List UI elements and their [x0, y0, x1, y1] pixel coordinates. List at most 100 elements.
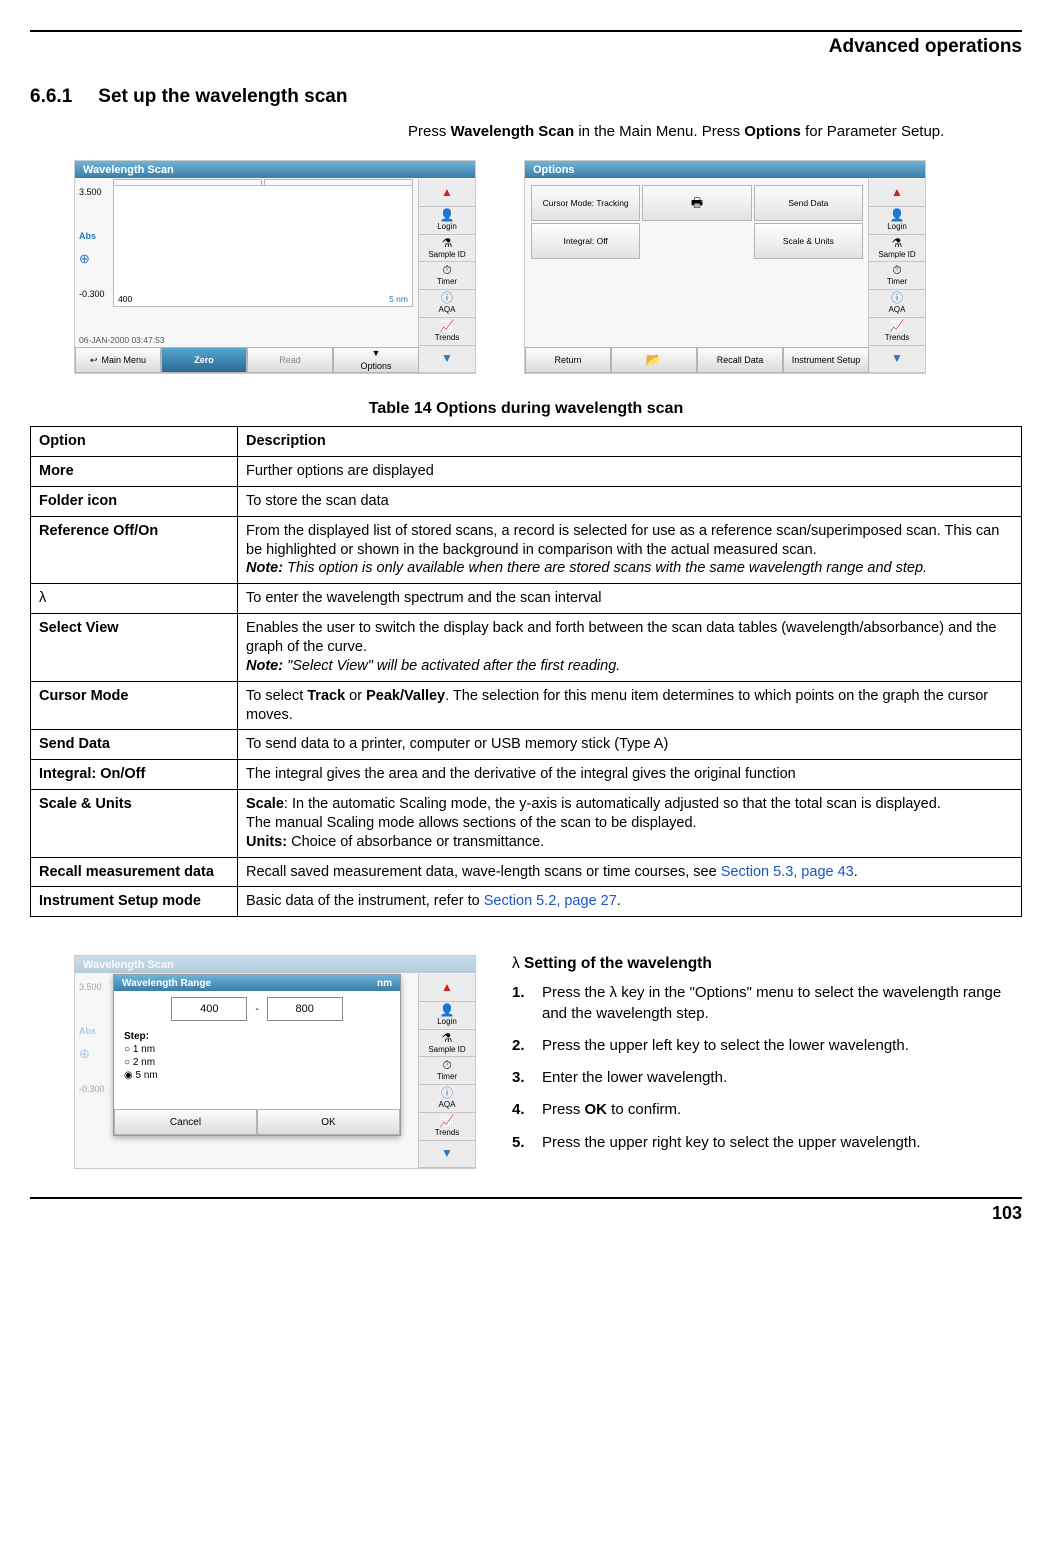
aqa-icon: ⓘ [441, 292, 453, 305]
login-button[interactable]: 👤Login [869, 207, 925, 235]
login-icon: 👤 [440, 209, 455, 222]
y-max-value: 3.500 [79, 187, 102, 197]
table-col-description: Description [238, 427, 1022, 457]
subheading: λ Setting of the wavelength [512, 955, 1022, 973]
recall-data-button[interactable]: Recall Data [697, 347, 783, 373]
y-min-value: -0.300 [79, 289, 105, 299]
cross-reference-link[interactable]: Section 5.2, page 27 [484, 893, 617, 909]
window-title: Wavelength Scan [75, 161, 475, 178]
table-row: Cursor Mode To select Track or Peak/Vall… [31, 681, 1022, 730]
x-step-value: 5 nm [389, 294, 408, 304]
trends-icon: 📈 [890, 320, 905, 333]
plot-area: 400 5 nm [113, 185, 413, 307]
scale-units-button[interactable]: Scale & Units [754, 223, 863, 259]
arrow-down-icon: ▼ [441, 352, 453, 365]
login-button[interactable]: 👤Login [419, 207, 475, 235]
scroll-up-button[interactable]: ▲ [869, 179, 925, 207]
step-list: Press the λ key in the "Options" menu to… [512, 983, 1022, 1153]
timer-icon: ⏱ [442, 1059, 451, 1072]
dialog-unit: nm [377, 978, 392, 989]
wavelength-range-screenshot: Wavelength Scan 3.500 Abs ⊕ -0.300 ▲ 👤Lo… [74, 955, 476, 1169]
main-menu-button[interactable]: ↩Main Menu [75, 347, 161, 373]
table-row: Reference Off/On From the displayed list… [31, 516, 1022, 584]
trends-icon: 📈 [440, 1115, 455, 1128]
zero-button[interactable]: Zero [161, 347, 247, 373]
read-button[interactable]: Read [247, 347, 333, 373]
table-row: MoreFurther options are displayed [31, 457, 1022, 487]
sample-id-button[interactable]: ⚗Sample ID [419, 1030, 475, 1058]
cross-reference-link[interactable]: Section 5.3, page 43 [721, 864, 854, 880]
flask-icon: ⚗ [442, 1032, 453, 1045]
aqa-icon: ⓘ [891, 292, 903, 305]
dialog-title: Wavelength Range [122, 978, 211, 989]
scroll-up-button[interactable]: ▲ [419, 179, 475, 207]
trends-button[interactable]: 📈Trends [419, 318, 475, 346]
options-table: Option Description MoreFurther options a… [30, 426, 1022, 917]
wavelength-scan-screenshot: Wavelength Scan More... 📁 Reference:Off … [74, 160, 476, 374]
aqa-button[interactable]: ⓘAQA [869, 290, 925, 318]
integral-button[interactable]: Integral: Off [531, 223, 640, 259]
table-row: Send DataTo send data to a printer, comp… [31, 730, 1022, 760]
options-button[interactable]: ▼Options [333, 347, 419, 373]
upper-wavelength-input[interactable] [267, 997, 343, 1021]
scroll-down-button[interactable]: ▼ [869, 346, 925, 374]
page-number: 103 [30, 1197, 1022, 1224]
window-title: Options [525, 161, 925, 178]
timer-icon: ⏱ [892, 264, 901, 277]
table-row: λTo enter the wavelength spectrum and th… [31, 584, 1022, 614]
trends-button[interactable]: 📈Trends [869, 318, 925, 346]
arrow-down-icon: ▼ [441, 1147, 453, 1160]
zoom-icon[interactable]: ⊕ [79, 251, 90, 267]
table-row: Select View Enables the user to switch t… [31, 614, 1022, 682]
timer-button[interactable]: ⏱Timer [419, 262, 475, 290]
timestamp: 06-JAN-2000 03:47:53 [79, 335, 165, 345]
login-button[interactable]: 👤Login [419, 1002, 475, 1030]
sample-id-button[interactable]: ⚗Sample ID [869, 235, 925, 263]
recall-data-folder-button[interactable]: 📂 [611, 347, 697, 373]
pc-link-icon: 🖶 [691, 196, 703, 210]
sample-id-button[interactable]: ⚗Sample ID [419, 235, 475, 263]
wavelength-range-dialog: Wavelength Range nm - Step: ○ 1 nm ○ 2 n… [113, 974, 401, 1136]
table-row: Recall measurement data Recall saved mea… [31, 857, 1022, 887]
list-item: Press the upper right key to select the … [512, 1133, 1022, 1153]
login-icon: 👤 [890, 209, 905, 222]
lower-wavelength-input[interactable] [171, 997, 247, 1021]
table-col-option: Option [31, 427, 238, 457]
flask-icon: ⚗ [892, 237, 903, 250]
timer-button[interactable]: ⏱Timer [419, 1057, 475, 1085]
aqa-icon: ⓘ [441, 1087, 453, 1100]
section-number: 6.6.1 [30, 86, 72, 108]
scroll-up-button[interactable]: ▲ [419, 974, 475, 1002]
timer-button[interactable]: ⏱Timer [869, 262, 925, 290]
dialog-cancel-button[interactable]: Cancel [114, 1109, 257, 1135]
arrow-up-icon: ▲ [441, 981, 453, 994]
login-icon: 👤 [440, 1004, 455, 1017]
step-5nm-radio[interactable]: ◉ 5 nm [124, 1070, 390, 1081]
scroll-down-button[interactable]: ▼ [419, 1141, 475, 1169]
step-2nm-radio[interactable]: ○ 2 nm [124, 1057, 390, 1068]
arrow-down-icon: ▼ [891, 352, 903, 365]
step-1nm-radio[interactable]: ○ 1 nm [124, 1044, 390, 1055]
intro-text: Press Wavelength Scan in the Main Menu. … [408, 122, 1022, 142]
instrument-setup-button[interactable]: Instrument Setup [783, 347, 869, 373]
list-item: Press OK to confirm. [512, 1100, 1022, 1120]
dialog-ok-button[interactable]: OK [257, 1109, 400, 1135]
table-row: Integral: On/OffThe integral gives the a… [31, 760, 1022, 790]
aqa-button[interactable]: ⓘAQA [419, 1085, 475, 1113]
trends-button[interactable]: 📈Trends [419, 1113, 475, 1141]
send-data-button[interactable]: Send Data [754, 185, 863, 221]
arrow-up-icon: ▲ [441, 186, 453, 199]
aqa-button[interactable]: ⓘAQA [419, 290, 475, 318]
back-arrow-icon: ↩ [90, 355, 98, 366]
return-button[interactable]: Return [525, 347, 611, 373]
dash-label: - [255, 1004, 258, 1015]
list-item: Press the upper left key to select the l… [512, 1036, 1022, 1056]
send-folder-button[interactable]: 🖶 [642, 185, 751, 221]
list-item: Press the λ key in the "Options" menu to… [512, 983, 1022, 1024]
cursor-mode-button[interactable]: Cursor Mode: Tracking [531, 185, 640, 221]
flask-icon: ⚗ [442, 237, 453, 250]
open-folder-icon: 📂 [646, 352, 662, 368]
timer-icon: ⏱ [442, 264, 451, 277]
scroll-down-button[interactable]: ▼ [419, 346, 475, 374]
options-screenshot: Options Cursor Mode: Tracking 🖶 Send Dat… [524, 160, 926, 374]
